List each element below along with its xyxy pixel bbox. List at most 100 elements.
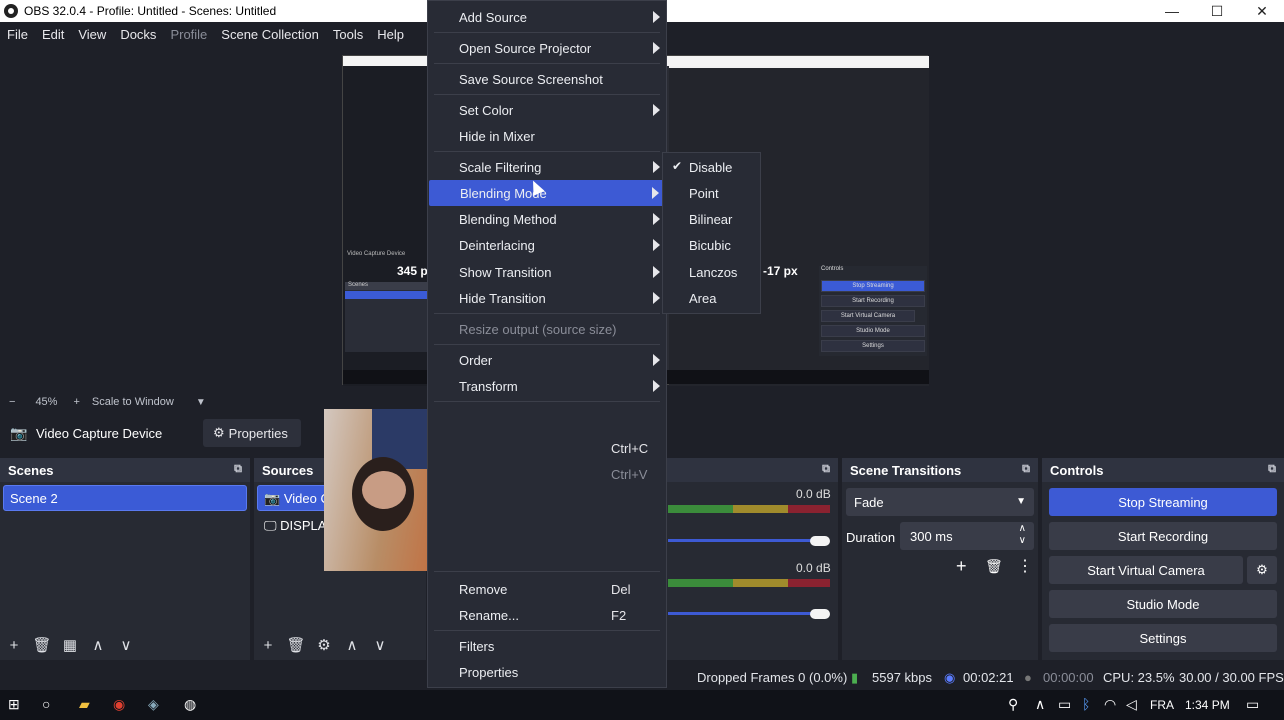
menu-item-hide-in-mixer[interactable]: Hide in Mixer — [428, 123, 666, 149]
menu-item-open-source-projector[interactable]: Open Source Projector — [428, 35, 666, 61]
menu-item-order[interactable]: Order — [428, 347, 666, 373]
menu-scene-collection[interactable]: Scene Collection — [214, 27, 326, 42]
record-icon: ● — [1024, 670, 1032, 685]
clock[interactable]: 1:34 PM — [1185, 698, 1230, 712]
wifi-icon[interactable]: ◠ — [1104, 696, 1116, 713]
properties-button[interactable]: ⚙ Properties — [203, 419, 301, 447]
menu-docks[interactable]: Docks — [113, 27, 163, 42]
menu-item-blending-mode[interactable]: Blending Mode — [429, 180, 665, 206]
volume-icon[interactable]: ◁ — [1126, 696, 1137, 713]
chrome-icon[interactable]: ◉ — [113, 696, 125, 713]
start-recording-button[interactable]: Start Recording — [1049, 522, 1277, 550]
studio-mode-button[interactable]: Studio Mode — [1049, 590, 1277, 618]
menu-help[interactable]: Help — [370, 27, 411, 42]
people-icon[interactable]: ⚲ — [1008, 696, 1018, 713]
move-down-icon[interactable]: ∨ — [366, 636, 394, 654]
maximize-button[interactable]: ☐ — [1195, 0, 1239, 22]
zoom-out-button[interactable]: − — [9, 396, 15, 408]
undock-icon[interactable]: ⧉ — [1268, 463, 1276, 476]
submenu-item-bilinear[interactable]: Bilinear — [663, 206, 760, 232]
volume-slider[interactable] — [668, 612, 818, 615]
menu-item-add-source[interactable]: Add Source — [428, 4, 666, 30]
submenu-item-point[interactable]: Point — [663, 180, 760, 206]
menu-item-save-source-screenshot[interactable]: Save Source Screenshot — [428, 66, 666, 92]
gear-icon[interactable]: ⚙ — [310, 636, 338, 654]
chevron-up-icon[interactable]: ∧ — [1019, 523, 1026, 534]
stream-icon: ◉ — [944, 670, 956, 685]
trash-icon[interactable]: 🗑 — [985, 558, 1003, 575]
filter-icon[interactable]: ▦ — [56, 636, 84, 654]
language-indicator[interactable]: FRA — [1150, 698, 1174, 712]
menu-item-filters[interactable]: Filters — [428, 633, 666, 659]
scenes-dock: Scenes ⧉ Scene 2 + 🗑 ▦ ∧ ∨ — [0, 458, 250, 660]
menu-item-remove[interactable]: Remove Del — [428, 576, 666, 602]
transition-select[interactable]: Fade ▼ — [846, 488, 1034, 516]
scene-item[interactable]: Scene 2 — [3, 485, 247, 511]
label: Transform — [459, 378, 518, 394]
steam-icon[interactable]: ◈ — [148, 696, 159, 713]
volume-slider[interactable] — [668, 539, 818, 542]
search-icon[interactable]: ○ — [42, 696, 50, 712]
menu-item-blending-method[interactable]: Blending Method — [428, 206, 666, 232]
source-item[interactable]: 🖵 DISPLA — [264, 518, 326, 534]
meter-yellow — [733, 579, 788, 587]
volume-knob[interactable] — [810, 609, 830, 619]
menu-item-paste[interactable]: Ctrl+V — [428, 461, 666, 487]
menu-item-properties[interactable]: Properties — [428, 659, 666, 685]
menu-item-show-transition[interactable]: Show Transition — [428, 259, 666, 285]
start-virtual-camera-button[interactable]: Start Virtual Camera — [1049, 556, 1243, 584]
battery-icon[interactable]: ▭ — [1058, 696, 1071, 713]
virtual-camera-settings-button[interactable]: ⚙ — [1247, 556, 1277, 584]
trash-icon[interactable]: 🗑 — [282, 636, 310, 654]
trash-icon[interactable]: 🗑 — [28, 636, 56, 654]
add-icon[interactable]: + — [254, 637, 282, 654]
file-explorer-icon[interactable]: ▰ — [79, 696, 90, 713]
zoom-caret-icon[interactable]: ▼ — [196, 397, 206, 408]
menu-profile[interactable]: Profile — [163, 27, 214, 42]
undock-icon[interactable]: ⧉ — [234, 463, 242, 476]
submenu-item-disable[interactable]: ✔ Disable — [663, 154, 760, 180]
menu-view[interactable]: View — [71, 27, 113, 42]
more-icon[interactable]: ⋮ — [1017, 556, 1033, 576]
menu-item-rename[interactable]: Rename... F2 — [428, 602, 666, 628]
settings-button[interactable]: Settings — [1049, 624, 1277, 652]
menu-item-resize-output[interactable]: Resize output (source size) — [428, 316, 666, 342]
submenu-item-lanczos[interactable]: Lanczos — [663, 259, 760, 285]
duration-label: Duration — [846, 530, 896, 545]
meter-red — [788, 579, 830, 587]
stop-streaming-button[interactable]: Stop Streaming — [1049, 488, 1277, 516]
volume-knob[interactable] — [810, 536, 830, 546]
submenu-item-bicubic[interactable]: Bicubic — [663, 232, 760, 258]
move-up-icon[interactable]: ∧ — [84, 636, 112, 654]
menu-item-transform[interactable]: Transform — [428, 373, 666, 399]
menu-item-deinterlacing[interactable]: Deinterlacing — [428, 232, 666, 258]
minimize-button[interactable]: — — [1150, 0, 1194, 22]
bluetooth-icon[interactable]: ᛒ — [1082, 696, 1090, 712]
duration-spinbox[interactable]: 300 ms ∧ ∨ — [900, 522, 1034, 550]
add-icon[interactable]: + — [956, 556, 967, 577]
menu-item-hide-transition[interactable]: Hide Transition — [428, 285, 666, 311]
preview-btn: Start Recording — [821, 295, 925, 307]
add-icon[interactable]: + — [0, 637, 28, 654]
menu-item-set-color[interactable]: Set Color — [428, 97, 666, 123]
chevron-up-icon[interactable]: ∧ — [1035, 696, 1045, 713]
menu-tools[interactable]: Tools — [326, 27, 370, 42]
windows-start-icon[interactable]: ⊞ — [8, 696, 20, 713]
chevron-down-icon[interactable]: ∨ — [1019, 535, 1026, 546]
move-down-icon[interactable]: ∨ — [112, 636, 140, 654]
scale-to-window-label[interactable]: Scale to Window — [92, 396, 174, 408]
preview-vcd-label: Video Capture Device — [347, 251, 406, 257]
zoom-in-button[interactable]: + — [73, 396, 79, 408]
move-up-icon[interactable]: ∧ — [338, 636, 366, 654]
submenu-item-area[interactable]: Area — [663, 285, 760, 311]
close-button[interactable]: ✕ — [1240, 0, 1284, 22]
menu-item-scale-filtering[interactable]: Scale Filtering — [428, 154, 666, 180]
undock-icon[interactable]: ⧉ — [1022, 463, 1030, 476]
menu-item-copy[interactable]: Ctrl+C — [428, 435, 666, 461]
menu-file[interactable]: File — [0, 27, 35, 42]
sources-toolbar: + 🗑 ⚙ ∧ ∨ — [254, 630, 426, 660]
obs-taskbar-icon[interactable]: ◍ — [184, 696, 196, 713]
undock-icon[interactable]: ⧉ — [822, 463, 830, 476]
menu-edit[interactable]: Edit — [35, 27, 71, 42]
notification-icon[interactable]: ▭ — [1246, 696, 1259, 713]
